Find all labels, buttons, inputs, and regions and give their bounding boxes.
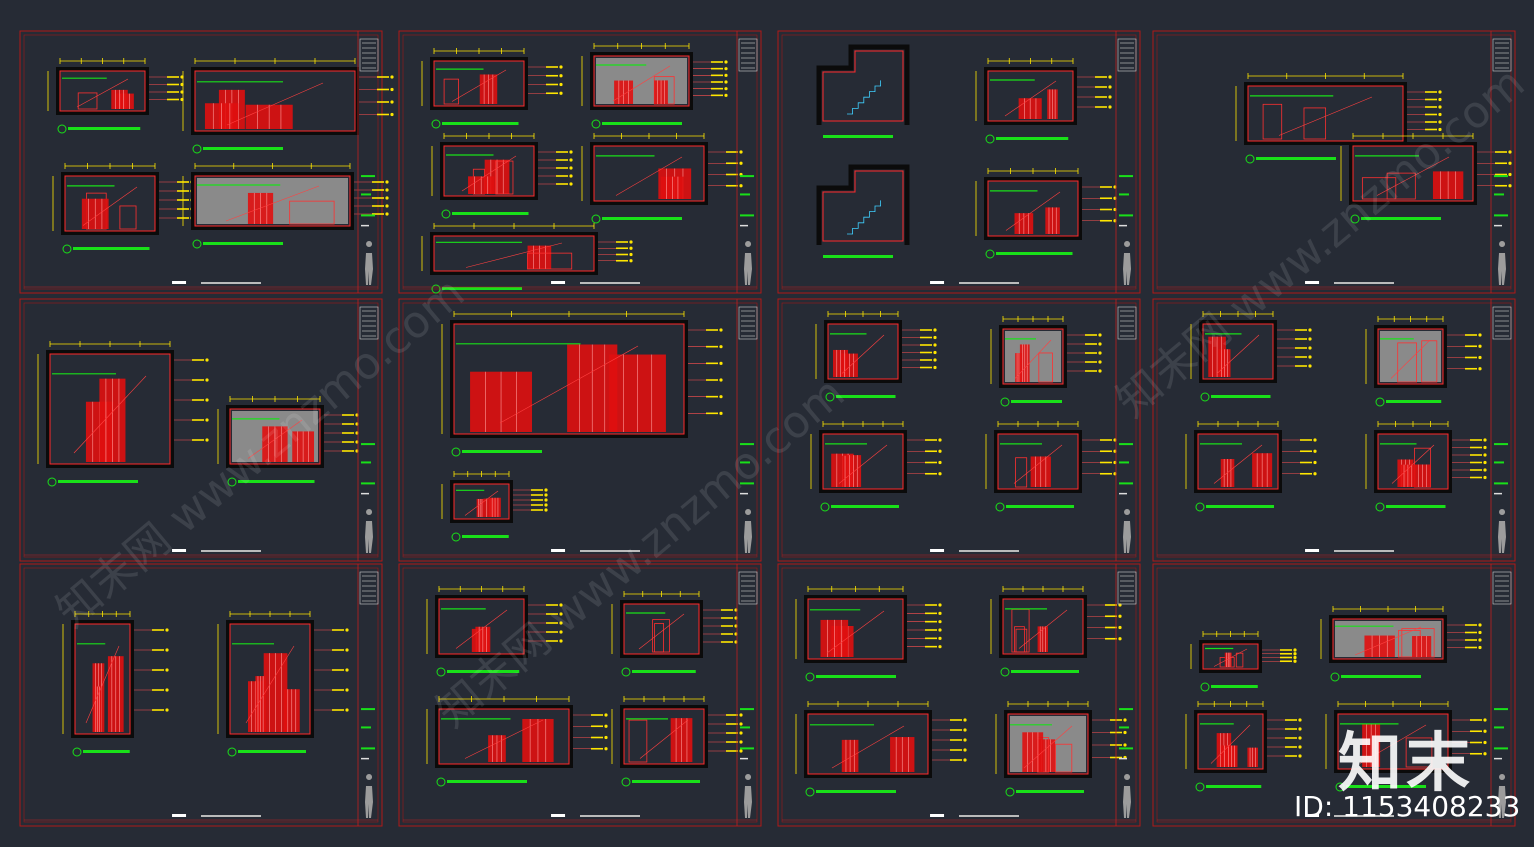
drawing-sheet[interactable] xyxy=(19,30,394,294)
drawing-sheet[interactable] xyxy=(777,298,1141,562)
drawing-sheet[interactable] xyxy=(777,30,1141,294)
drawing-sheet[interactable] xyxy=(777,563,1141,827)
drawing-sheet[interactable] xyxy=(398,30,762,294)
watermark-id: ID: 1153408233 xyxy=(1294,790,1521,823)
